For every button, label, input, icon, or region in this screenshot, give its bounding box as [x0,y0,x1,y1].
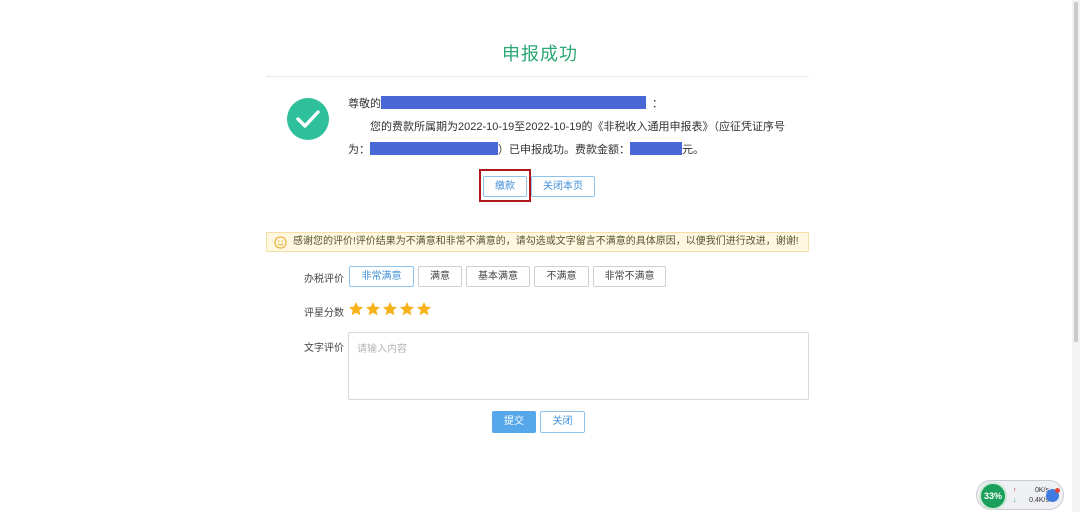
accelerator-ball-icon[interactable] [1046,488,1060,502]
close-button[interactable]: 关闭 [540,411,585,433]
success-text: ）已申报成功。费款金额： [498,144,630,156]
rating-option-very-dissatisfied[interactable]: 非常不满意 [593,266,666,287]
page-scrollbar[interactable] [1072,0,1080,512]
feedback-notice: 感谢您的评价!评价结果为不满意和非常不满意的，请勾选或文字留言不满意的具体原因，… [266,232,809,252]
voucher-prefix: 为： [348,144,370,156]
star-rating[interactable] [348,301,433,317]
period-text: 您的费款所属期为2022-10-19至2022-10-19的《非税收入通用申报表… [370,121,786,133]
notice-text: 感谢您的评价!评价结果为不满意和非常不满意的，请勾选或文字留言不满意的具体原因，… [293,236,799,247]
rating-option-basically-satisfied[interactable]: 基本满意 [466,266,530,287]
success-check-icon [287,98,329,140]
download-speed: 0.4K/s [1029,497,1049,504]
page-title: 申报成功 [502,44,578,64]
rating-option-satisfied[interactable]: 满意 [418,266,462,287]
cpu-percent: 33% [979,482,1007,510]
scrollbar-thumb[interactable] [1074,2,1078,342]
network-monitor-widget[interactable]: 33% ↑ 0K/s ↓ 0.4K/s [976,480,1064,510]
star-icon[interactable] [399,301,415,317]
success-message: 尊敬的 ： 您的费款所属期为2022-10-19至2022-10-19的《非税收入… [348,93,808,162]
redacted-voucher-number [370,142,498,155]
star-icon[interactable] [348,301,364,317]
pay-button[interactable]: 缴款 [483,176,527,197]
rating-label: 办税评价 [304,274,344,285]
redacted-amount [630,142,682,155]
rating-option-very-satisfied[interactable]: 非常满意 [349,266,414,287]
comment-textarea[interactable] [348,332,809,400]
star-icon[interactable] [416,301,432,317]
score-label: 评星分数 [304,308,344,319]
rating-option-dissatisfied[interactable]: 不满意 [534,266,589,287]
close-page-button[interactable]: 关闭本页 [531,176,595,197]
salutation-text: 尊敬的 [348,98,381,110]
amount-unit: 元。 [682,144,704,156]
salutation-colon: ： [652,98,663,110]
smile-icon [274,236,287,249]
star-icon[interactable] [382,301,398,317]
title-divider [266,76,809,77]
submit-button[interactable]: 提交 [492,411,536,433]
comment-label: 文字评价 [304,343,344,354]
star-icon[interactable] [365,301,381,317]
redacted-taxpayer-name [381,96,646,109]
upload-speed: 0K/s [1034,487,1049,494]
